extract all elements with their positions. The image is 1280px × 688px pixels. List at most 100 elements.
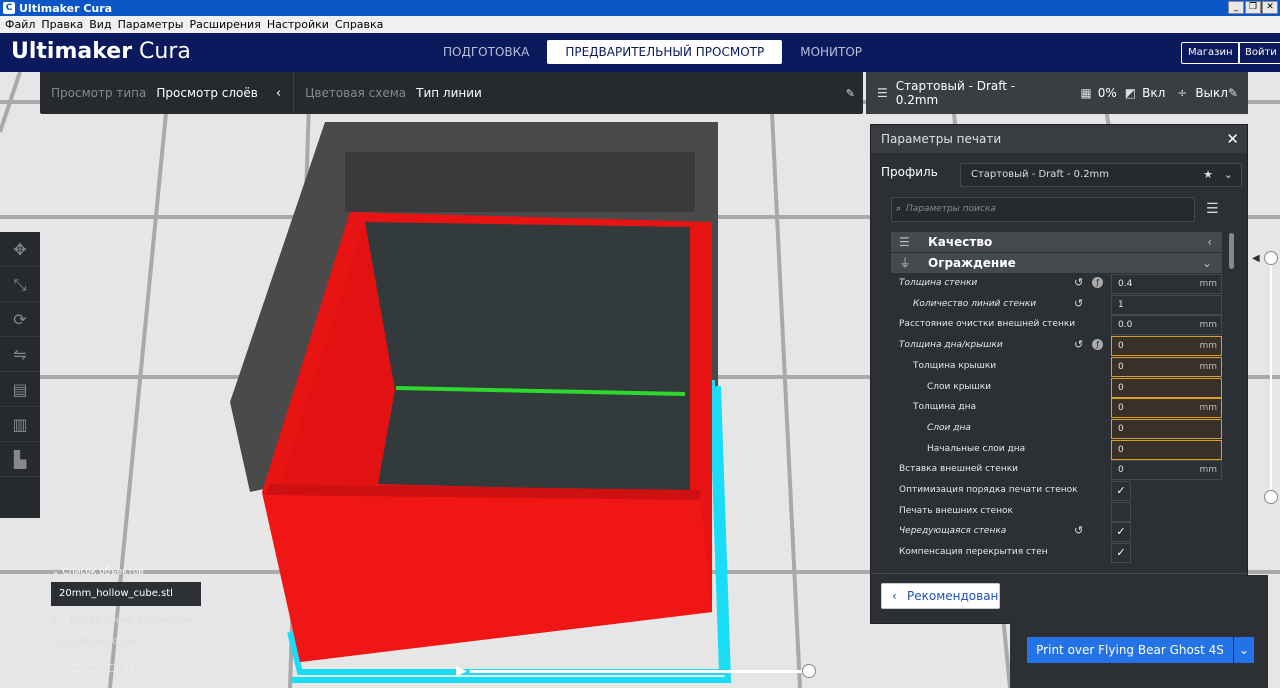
adhesion-icon: ÷ [1177,86,1188,100]
left-toolbar: ✥ ⤡ ⟳ ⇋ ▤ ▥ ▙ [0,232,40,518]
menu-file[interactable]: Файл [2,18,38,31]
close-window-button[interactable]: ✕ [1262,1,1278,14]
print-options-chevron-icon[interactable]: ⌄ [1234,637,1254,663]
menu-help[interactable]: Справка [332,18,386,31]
walls-icon: ⏚ [899,256,912,270]
print-setup-bar[interactable]: ☰ Стартовый - Draft - 0.2mm ▦ 0% ◩ Вкл ÷… [866,72,1248,114]
setting-label: Компенсация перекрытия стен [899,547,1048,558]
setting-label: Оптимизация порядка печати стенок [899,485,1078,495]
layer-slider-lower-handle[interactable] [1264,490,1278,504]
category-walls[interactable]: ⏚ Ограждение ⌄ [891,253,1222,273]
setting-value: 0.0 [1118,320,1133,331]
menu-view[interactable]: Вид [86,18,114,31]
setting-input[interactable]: 0 mm [1111,398,1222,419]
color-scheme-select[interactable]: Тип линии [416,86,482,100]
menu-extensions[interactable]: Расширения [186,18,263,31]
settings-scrollbar[interactable] [1229,233,1234,269]
setting-row: Толщина дна 0 mm [871,398,1241,419]
layer-slider-track[interactable] [1270,258,1272,498]
setting-checkbox[interactable]: ✓ [1111,543,1131,564]
menu-edit[interactable]: Правка [38,18,86,31]
scale-tool-icon[interactable]: ⤡ [0,268,40,302]
setting-unit: mm [1199,279,1217,289]
setting-input[interactable]: 0 [1111,418,1222,439]
rotate-tool-icon[interactable]: ⟳ [0,303,40,337]
menu-preferences[interactable]: Настройки [264,18,332,31]
setting-input[interactable]: 0 mm [1111,336,1222,357]
setting-checkbox[interactable]: ✓ [1111,481,1131,501]
object-list-item[interactable]: 20mm_hollow_cube.stl [51,582,201,606]
play-icon[interactable]: ◀ [1252,253,1260,264]
setting-row: Расстояние очистки внешней стенки 0.0 mm [871,315,1241,336]
setting-unit: mm [1199,341,1217,352]
settings-visibility-menu-icon[interactable]: ☰ [1206,201,1219,217]
category-quality[interactable]: ☰ Качество ‹ [891,232,1222,252]
setting-value: 0 [1118,382,1124,393]
menu-settings[interactable]: Параметры [115,18,187,31]
per-model-settings-icon[interactable]: ▤ [0,373,40,407]
mirror-tool-icon[interactable]: ⇋ [0,338,40,372]
star-icon[interactable]: ★ [1203,164,1213,186]
pencil-icon[interactable]: ✎ [1228,86,1238,100]
object-dimensions: 20.0 x 20.0 x 20.0 мм [52,637,140,646]
right-view-icon[interactable]: ◻ [125,661,143,674]
pencil-icon[interactable]: ✎ [846,87,855,100]
setting-input[interactable]: 0.4 mm [1111,274,1222,294]
signin-button[interactable]: Войти [1238,42,1280,64]
setting-input[interactable]: 0 [1111,439,1222,460]
reset-icon[interactable]: ↺ [1074,276,1083,289]
chevron-left-icon[interactable]: ‹ [276,86,281,101]
adhesion-value: Выкл [1195,86,1228,100]
tab-prepare[interactable]: ПОДГОТОВКА [425,40,547,64]
top-view-icon[interactable]: ◻ [89,661,107,674]
cura-app-icon: C [3,2,15,14]
setting-value: 1 [1118,299,1124,310]
move-tool-icon[interactable]: ✥ [0,233,40,267]
object-name[interactable]: ✎ FBG4S_20mm_hollow_cube [52,616,194,626]
pencil-icon: ✎ [52,616,60,626]
settings-search-input[interactable]: ⌕ Параметры поиска [891,197,1195,222]
play-icon[interactable]: ▶ [456,663,467,679]
view-type-select[interactable]: Просмотр слоёв [156,86,257,100]
reset-icon[interactable]: ↺ [1074,297,1083,310]
3d-view-icon[interactable]: ⬡ [52,661,71,674]
recommended-mode-button[interactable]: ‹ Рекомендован [881,583,1000,609]
print-button[interactable]: Print over Flying Bear Ghost 4S [1027,637,1233,663]
reset-icon[interactable]: ↺ [1074,338,1083,351]
close-icon[interactable]: ✕ [1226,125,1239,153]
setting-label: Печать внешних стенок [899,505,1013,516]
minimize-button[interactable]: _ [1228,1,1244,14]
setting-value: 0.4 [1118,279,1133,289]
marketplace-button[interactable]: Магазин [1181,42,1240,64]
layer-slider-upper-handle[interactable] [1264,251,1278,265]
left-view-icon[interactable]: ◻ [107,661,125,674]
setting-unit: mm [1199,361,1217,372]
profile-select[interactable]: Стартовый - Draft - 0.2mm ★ ⌄ [960,163,1242,187]
reset-icon[interactable]: ↺ [1074,524,1083,537]
function-icon[interactable]: ƒ [1092,339,1103,351]
setting-label: Чередующаяся стенка [899,526,1007,537]
function-icon[interactable]: ƒ [1092,277,1103,288]
panel-header: Параметры печати ✕ [871,125,1247,153]
support-blocker-icon[interactable]: ▥ [0,408,40,442]
setting-checkbox[interactable]: ✓ [1111,522,1131,543]
path-slider-track[interactable] [470,670,810,673]
restore-button[interactable]: ❐ [1245,1,1261,14]
setting-row: Оптимизация порядка печати стенок ✓ [871,481,1241,501]
object-list-title[interactable]: ⌄ Список объектов [52,567,144,577]
profile-summary: Стартовый - Draft - 0.2mm [895,79,1016,107]
path-slider-handle[interactable] [802,664,816,678]
setting-input[interactable]: 0 mm [1111,460,1222,481]
tab-monitor[interactable]: МОНИТОР [782,40,880,64]
app-header: Ultimaker Cura ПОДГОТОВКА ПРЕДВАРИТЕЛЬНЫ… [0,33,1280,72]
setting-checkbox[interactable] [1111,501,1131,522]
setting-input[interactable]: 1 [1111,294,1222,315]
setting-unit: mm [1199,320,1217,331]
tab-preview[interactable]: ПРЕДВАРИТЕЛЬНЫЙ ПРОСМОТР [547,40,783,64]
setting-label: Толщина дна [913,402,976,413]
setting-input[interactable]: 0.0 mm [1111,315,1222,336]
setting-input[interactable]: 0 [1111,377,1222,398]
setting-input[interactable]: 0 mm [1111,356,1222,377]
layers-icon[interactable]: ▙ [0,443,40,477]
front-view-icon[interactable]: ◻ [71,661,89,674]
